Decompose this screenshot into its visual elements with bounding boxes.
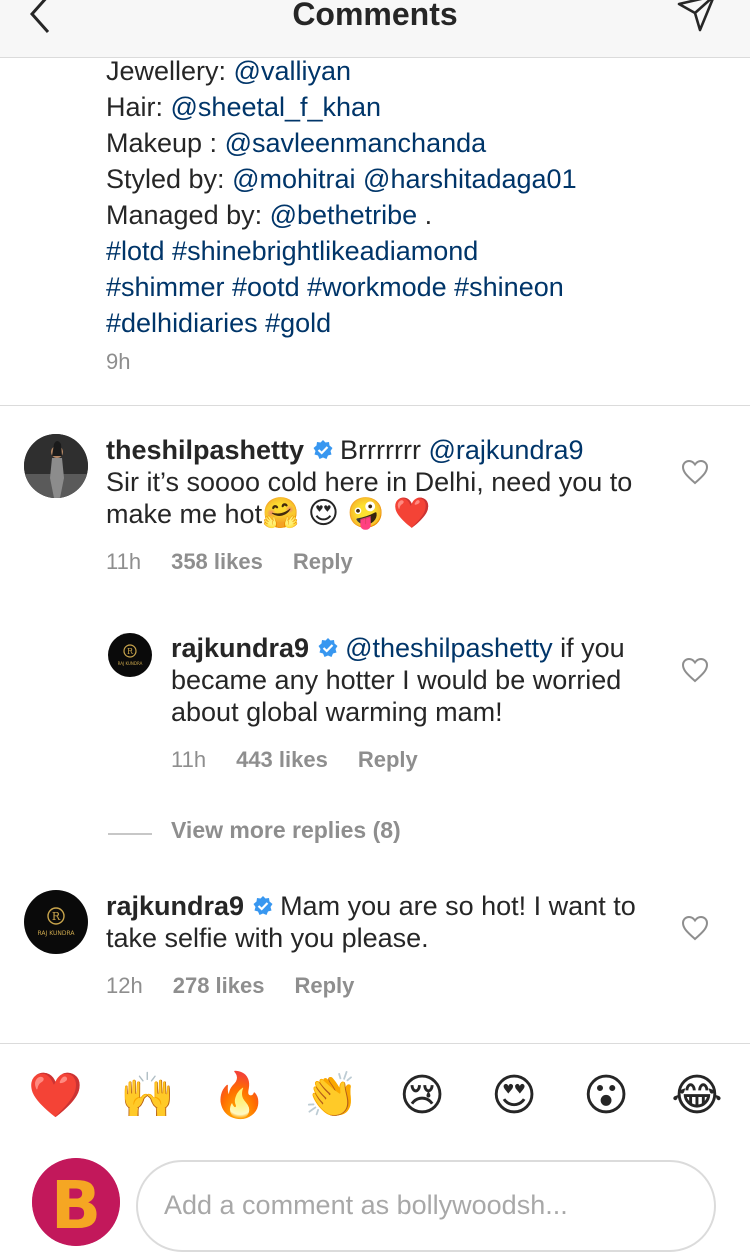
composer-avatar: B (32, 1158, 120, 1246)
svg-text:R: R (52, 910, 61, 923)
comment-meta: 12h 278 likes Reply (106, 973, 384, 999)
divider (0, 1043, 750, 1044)
like-heart-icon[interactable] (681, 459, 709, 485)
mention-link[interactable]: @rajkundra9 (429, 435, 584, 465)
raj-kundra-logo-icon: R RAJ KUNDRA (118, 644, 143, 666)
emoji-reaction-bar: ❤️ 🙌 🔥 👏 😢 😍 😮 😂 (0, 1070, 750, 1130)
mention-link[interactable]: @bethetribe (270, 200, 418, 230)
svg-text:R: R (127, 647, 134, 656)
avatar[interactable]: R RAJ KUNDRA (24, 890, 88, 954)
reply-button[interactable]: Reply (358, 747, 418, 772)
comment-meta: 11h 358 likes Reply (106, 549, 383, 575)
caption-hair: Hair: @sheetal_f_khan (106, 92, 382, 122)
verified-badge-icon (313, 440, 333, 459)
svg-text:B: B (51, 1167, 101, 1244)
caption-jewellery: Jewellery: @valliyan (106, 56, 351, 86)
thread-line (108, 833, 152, 835)
comment-username[interactable]: rajkundra9 (171, 633, 309, 663)
mention-link[interactable]: @sheetal_f_khan (171, 92, 382, 122)
hashtags-line[interactable]: #shimmer #ootd #workmode #shineon (106, 269, 726, 305)
likes-count[interactable]: 443 likes (236, 747, 328, 772)
divider (0, 405, 750, 406)
mention-link[interactable]: @savleenmanchanda (225, 128, 487, 158)
hashtags-line[interactable]: #lotd #shinebrightlikeadiamond (106, 233, 726, 269)
like-heart-icon[interactable] (681, 915, 709, 941)
hashtags-line[interactable]: #delhidiaries #gold (106, 305, 726, 341)
like-heart-icon[interactable] (681, 657, 709, 683)
likes-count[interactable]: 358 likes (171, 549, 263, 574)
raj-kundra-logo-icon: R RAJ KUNDRA (37, 907, 75, 937)
comment-username[interactable]: theshilpashetty (106, 435, 304, 465)
surprised-emoji-button[interactable]: 😮 (580, 1070, 632, 1122)
verified-badge-icon (253, 896, 273, 915)
emoji-text: 🤗 😍 🤪 ❤️ (262, 497, 431, 530)
reply-button[interactable]: Reply (293, 549, 353, 574)
comment-timestamp: 11h (106, 549, 142, 574)
verified-badge-icon (318, 638, 338, 657)
svg-text:RAJ KUNDRA: RAJ KUNDRA (118, 661, 143, 666)
direct-send-icon[interactable] (676, 0, 716, 34)
heart-emoji-button[interactable]: ❤️ (28, 1070, 83, 1122)
comment-text: theshilpashetty Brrrrrrr @rajkundra9 Sir i… (106, 435, 633, 530)
likes-count[interactable]: 278 likes (173, 973, 265, 998)
comment-input[interactable]: Add a comment as bollywoodsh... (136, 1160, 716, 1252)
comment-meta: 11h 443 likes Reply (171, 747, 448, 773)
heart-eyes-emoji-button[interactable]: 😍 (488, 1070, 540, 1122)
laughing-emoji-button[interactable]: 😂 (671, 1070, 723, 1122)
page-title: Comments (292, 0, 458, 32)
comment-timestamp: 11h (171, 747, 207, 772)
caption-timestamp: 9h (106, 349, 131, 374)
fire-emoji-button[interactable]: 🔥 (212, 1070, 267, 1122)
caption-makeup: Makeup : @savleenmanchanda (106, 128, 487, 158)
comment-text: rajkundra9 Mam you are so hot! I want to … (106, 891, 636, 953)
comment-timestamp: 12h (106, 973, 143, 998)
mention-link[interactable]: @valliyan (234, 56, 351, 86)
caption-managed: Managed by: @bethetribe . (106, 200, 433, 230)
caption-styled: Styled by: @mohitrai @harshitadaga01 (106, 164, 577, 194)
crying-emoji-button[interactable]: 😢 (396, 1070, 448, 1122)
reply-button[interactable]: Reply (294, 973, 354, 998)
clap-emoji-button[interactable]: 👏 (304, 1070, 359, 1122)
post-caption: Jewellery: @valliyan Hair: @sheetal_f_kh… (106, 53, 726, 375)
avatar[interactable] (24, 434, 88, 498)
mention-link[interactable]: @mohitrai (232, 164, 355, 194)
comment-username[interactable]: rajkundra9 (106, 891, 244, 921)
svg-text:RAJ KUNDRA: RAJ KUNDRA (37, 930, 75, 937)
top-bar: Comments (0, 0, 750, 58)
mention-link[interactable]: @theshilpashetty (345, 633, 553, 663)
avatar[interactable]: R RAJ KUNDRA (108, 633, 152, 677)
brand-logo-icon: B (32, 1158, 120, 1246)
profile-photo-icon (24, 434, 88, 498)
mention-link[interactable]: @harshitadaga01 (363, 164, 577, 194)
raised-hands-emoji-button[interactable]: 🙌 (120, 1070, 175, 1122)
view-more-replies-button[interactable]: View more replies (8) (171, 817, 401, 844)
comment-text: rajkundra9 @theshilpashetty if you became… (171, 633, 625, 727)
